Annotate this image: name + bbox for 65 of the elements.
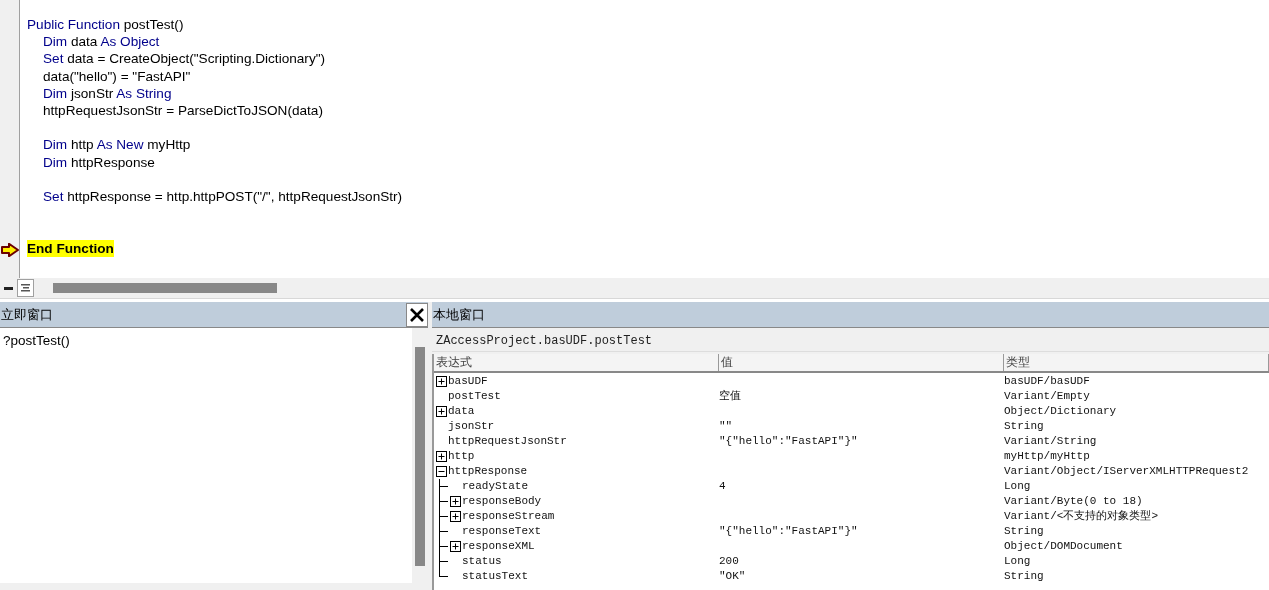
type-text: basUDF/basUDF: [1004, 375, 1090, 387]
context-label: ZAccessProject.basUDF.postTest: [436, 334, 653, 348]
type-text: Long: [1004, 555, 1031, 567]
expression-text: readyState: [462, 479, 528, 494]
code-line: data("hello") = "FastAPI": [42, 67, 192, 85]
type-text: Variant/Byte(0 to 18): [1004, 495, 1143, 507]
expand-icon[interactable]: [449, 496, 461, 507]
value-text: "OK": [719, 570, 746, 582]
value-text: 200: [719, 555, 739, 567]
code-line: Dim jsonStr As String: [42, 84, 173, 102]
module-view-icon: [21, 284, 30, 292]
value-text: 空值: [719, 390, 741, 402]
column-header[interactable]: 类型: [1004, 354, 1269, 371]
code-line: Dim data As Object: [42, 33, 161, 51]
panel-title: 本地窗口: [432, 305, 485, 324]
type-text: Variant/Object/IServerXMLHTTPRequest2: [1004, 465, 1249, 477]
type-text: String: [1004, 525, 1044, 537]
expand-icon[interactable]: [449, 541, 461, 552]
code-line: Set data = CreateObject("Scripting.Dictionary"): [42, 50, 327, 68]
scrollbar-thumb[interactable]: [53, 283, 277, 293]
procedure-view-icon: [4, 285, 13, 291]
value-text: "{"hello":"FastAPI"}": [719, 525, 858, 537]
expression-text: httpRequestJsonStr: [448, 434, 567, 449]
type-text: Variant/String: [1004, 435, 1097, 447]
expand-icon[interactable]: [435, 451, 447, 462]
expression-text: basUDF: [448, 374, 488, 389]
expression-text: statusText: [462, 569, 528, 584]
type-text: String: [1004, 420, 1044, 432]
code-line: httpRequestJsonStr = ParseDictToJSON(data): [42, 102, 324, 120]
value-text: "": [719, 420, 733, 432]
column-header[interactable]: 值: [719, 354, 1004, 371]
code-line: Public Function postTest(): [27, 16, 185, 34]
expression-text: responseBody: [462, 494, 542, 509]
column-header[interactable]: 表达式: [434, 354, 719, 371]
expression-text: data: [448, 404, 475, 419]
code-line: Dim http As New myHttp: [42, 136, 192, 154]
expand-icon[interactable]: [435, 406, 447, 417]
expression-text: jsonStr: [448, 419, 495, 434]
expression-text: responseText: [462, 524, 542, 539]
code-line: Dim httpResponse: [42, 153, 156, 171]
type-text: Long: [1004, 480, 1031, 492]
close-button[interactable]: [406, 302, 428, 327]
expression-text: responseStream: [462, 509, 555, 524]
type-text: myHttp/myHttp: [1004, 450, 1090, 462]
type-text: String: [1004, 570, 1044, 582]
expression-text: responseXML: [462, 539, 535, 554]
module-view-button[interactable]: [17, 279, 34, 297]
expand-icon[interactable]: [435, 376, 447, 387]
expression-text: postTest: [448, 389, 501, 404]
type-text: Object/DOMDocument: [1004, 540, 1123, 552]
value-text: "{"hello":"FastAPI"}": [719, 435, 858, 447]
expand-icon[interactable]: [449, 511, 461, 522]
current-line-arrow-icon: [0, 243, 19, 257]
scrollbar-thumb[interactable]: [415, 347, 425, 566]
collapse-icon[interactable]: [435, 466, 447, 477]
type-text: Variant/Empty: [1004, 390, 1090, 402]
value-text: 4: [719, 480, 726, 492]
panel-title: 立即窗口: [0, 305, 53, 324]
immediate-line: ?postTest(): [3, 332, 71, 349]
code-line: Set httpResponse = http.httpPOST("/", httpRequestJsonStr): [42, 188, 404, 206]
type-text: Variant/<不支持的对象类型>: [1004, 510, 1158, 522]
expression-text: status: [462, 554, 502, 569]
expression-text: httpResponse: [448, 464, 528, 479]
expression-text: http: [448, 449, 475, 464]
type-text: Object/Dictionary: [1004, 405, 1117, 417]
